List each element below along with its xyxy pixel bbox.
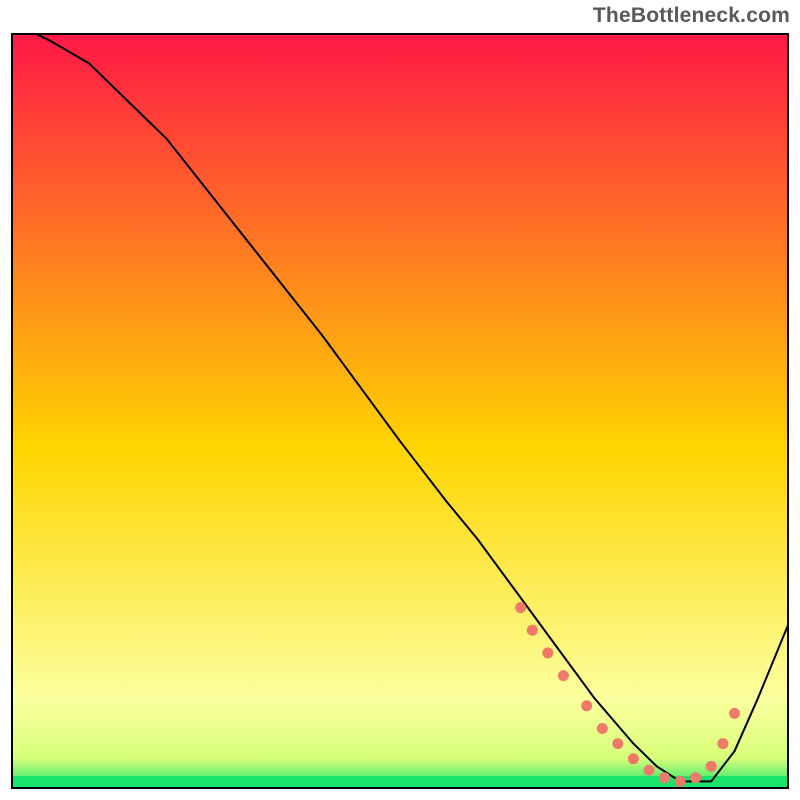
- curve-dot: [542, 647, 553, 658]
- curve-dot: [515, 602, 526, 613]
- curve-dot: [675, 776, 686, 787]
- curve-dot: [558, 670, 569, 681]
- curve-dot: [659, 772, 670, 783]
- curve-dot: [706, 761, 717, 772]
- curve-dot: [527, 625, 538, 636]
- curve-dot: [717, 738, 728, 749]
- curve-dot: [597, 723, 608, 734]
- plot-svg: [11, 33, 789, 789]
- curve-dot: [581, 700, 592, 711]
- curve-dot: [690, 772, 701, 783]
- curve-dot: [612, 738, 623, 749]
- watermark-text: TheBottleneck.com: [593, 4, 790, 28]
- chart-container: TheBottleneck.com: [0, 0, 800, 800]
- curve-dot: [729, 708, 740, 719]
- plot-area: [11, 33, 789, 789]
- curve-dot: [644, 765, 655, 776]
- curve-dot: [628, 753, 639, 764]
